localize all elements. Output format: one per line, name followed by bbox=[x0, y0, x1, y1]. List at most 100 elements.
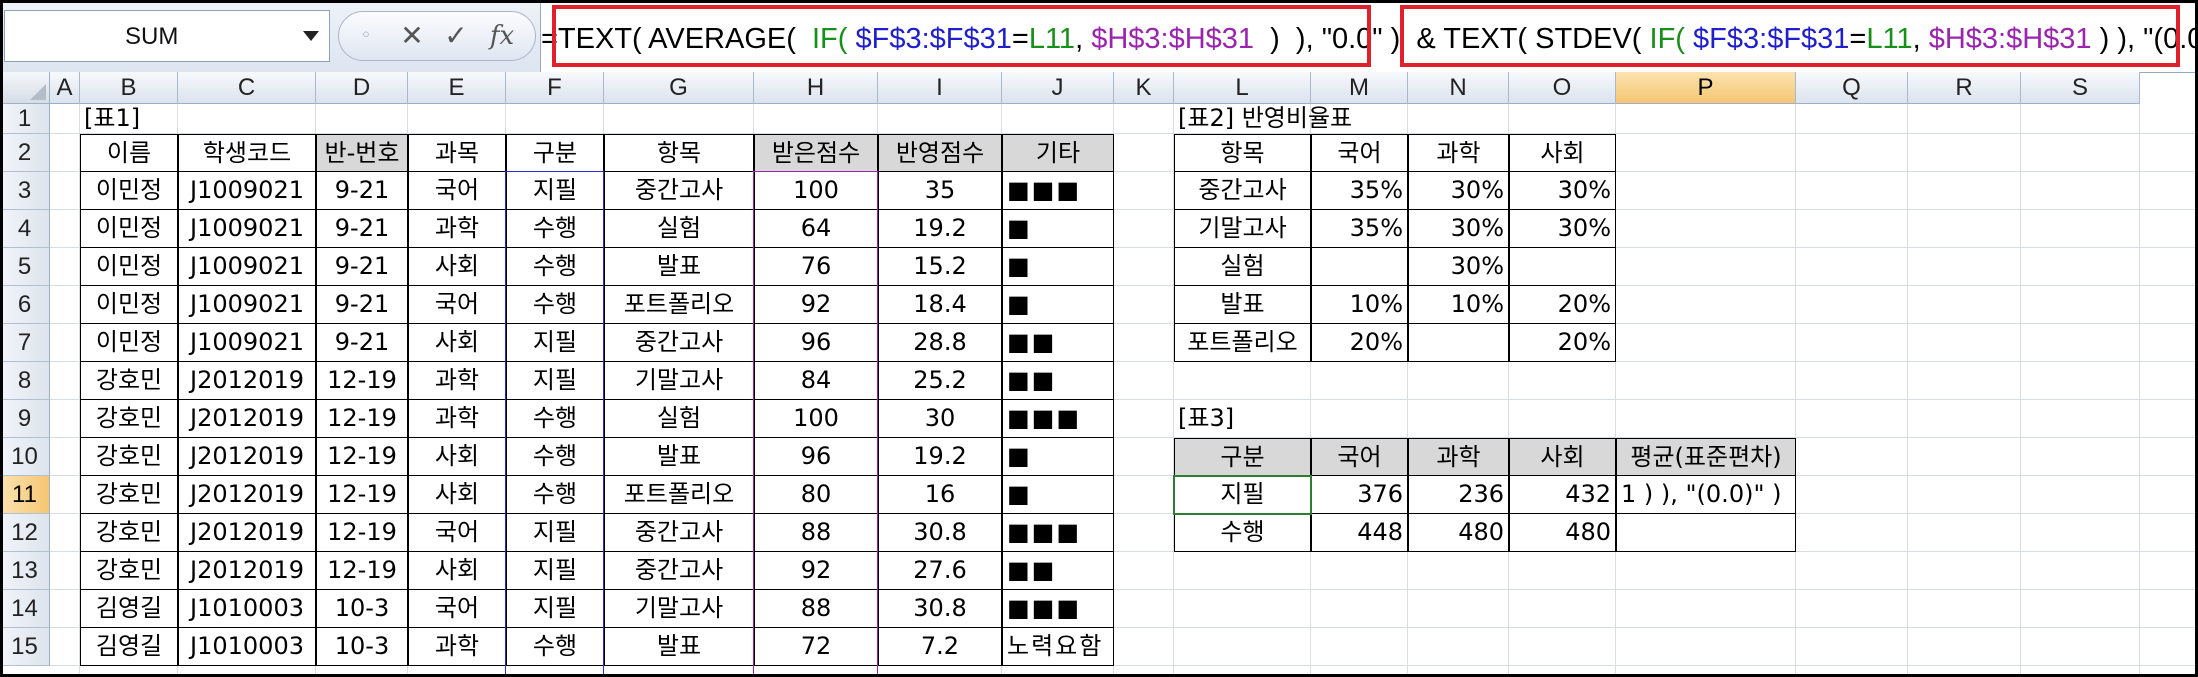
table1-cell[interactable]: 9-21 bbox=[316, 210, 408, 248]
table1-cell[interactable]: 중간고사 bbox=[604, 552, 754, 590]
table1-cell[interactable]: 국어 bbox=[408, 172, 506, 210]
insert-function-icon[interactable]: fx bbox=[485, 19, 519, 53]
row-header-2[interactable]: 2 bbox=[0, 134, 50, 172]
row-header-12[interactable]: 12 bbox=[0, 514, 50, 552]
table1-cell[interactable]: 국어 bbox=[408, 514, 506, 552]
table1-row-name-cell[interactable]: 이민정 bbox=[80, 210, 178, 248]
table2-cell[interactable]: 20% bbox=[1509, 324, 1616, 362]
table1-cell[interactable]: 35 bbox=[878, 172, 1002, 210]
table1-cell[interactable]: 발표 bbox=[604, 628, 754, 666]
table1-cell[interactable]: 과학 bbox=[408, 362, 506, 400]
table1-cell[interactable]: 과학 bbox=[408, 210, 506, 248]
table1-cell[interactable]: J2012019 bbox=[178, 400, 316, 438]
table1-cell[interactable]: ■■ bbox=[1002, 362, 1114, 400]
table1-cell[interactable]: ■ bbox=[1002, 438, 1114, 476]
table1-row-name-cell[interactable]: 강호민 bbox=[80, 438, 178, 476]
table1-cell[interactable]: J2012019 bbox=[178, 552, 316, 590]
column-header-d[interactable]: D bbox=[316, 72, 408, 104]
table1-row-name-cell[interactable]: 이민정 bbox=[80, 172, 178, 210]
table1-cell[interactable]: 사회 bbox=[408, 552, 506, 590]
table3-cell[interactable]: 432 bbox=[1509, 476, 1616, 514]
table1-cell[interactable]: 기말고사 bbox=[604, 362, 754, 400]
chevron-down-icon[interactable] bbox=[303, 31, 319, 41]
column-header-o[interactable]: O bbox=[1509, 72, 1616, 104]
column-header-q[interactable]: Q bbox=[1796, 72, 1908, 104]
table1-row-name-cell[interactable]: 강호민 bbox=[80, 400, 178, 438]
table1-cell[interactable]: 중간고사 bbox=[604, 514, 754, 552]
select-all-button[interactable] bbox=[0, 72, 50, 104]
column-header-g[interactable]: G bbox=[604, 72, 754, 104]
table1-cell[interactable]: 12-19 bbox=[316, 552, 408, 590]
table1-row-name-cell[interactable]: 이민정 bbox=[80, 286, 178, 324]
table1-cell[interactable]: ■ bbox=[1002, 210, 1114, 248]
table2-cell[interactable]: 30% bbox=[1509, 210, 1616, 248]
table2-cell[interactable]: 30% bbox=[1408, 248, 1509, 286]
table1-cell[interactable]: 12-19 bbox=[316, 476, 408, 514]
table1-cell[interactable]: 실험 bbox=[604, 210, 754, 248]
grip-icon[interactable]: ◦ bbox=[349, 19, 383, 53]
table1-cell[interactable]: ■ bbox=[1002, 248, 1114, 286]
table2-cell[interactable]: 30% bbox=[1509, 172, 1616, 210]
active-cell-l11[interactable] bbox=[1173, 475, 1312, 515]
table1-cell[interactable]: 과학 bbox=[408, 628, 506, 666]
column-header-f[interactable]: F bbox=[506, 72, 604, 104]
table1-cell[interactable]: 25.2 bbox=[878, 362, 1002, 400]
column-header-s[interactable]: S bbox=[2021, 72, 2140, 104]
column-header-l[interactable]: L bbox=[1174, 72, 1311, 104]
table3-cell[interactable]: 480 bbox=[1408, 514, 1509, 552]
table1-cell[interactable]: 사회 bbox=[408, 438, 506, 476]
table2-cell[interactable]: 10% bbox=[1408, 286, 1509, 324]
table1-cell[interactable]: 18.4 bbox=[878, 286, 1002, 324]
table1-row-name-cell[interactable]: 김영길 bbox=[80, 590, 178, 628]
table1-cell[interactable]: 12-19 bbox=[316, 362, 408, 400]
table1-row-name-cell[interactable]: 이민정 bbox=[80, 248, 178, 286]
table1-cell[interactable]: 15.2 bbox=[878, 248, 1002, 286]
row-header-10[interactable]: 10 bbox=[0, 438, 50, 476]
table1-cell[interactable]: 사회 bbox=[408, 248, 506, 286]
table1-cell[interactable]: ■■■ bbox=[1002, 514, 1114, 552]
table1-row-name-cell[interactable]: 강호민 bbox=[80, 552, 178, 590]
table1-cell[interactable]: 실험 bbox=[604, 400, 754, 438]
column-header-a[interactable]: A bbox=[50, 72, 80, 104]
row-header-4[interactable]: 4 bbox=[0, 210, 50, 248]
column-header-j[interactable]: J bbox=[1002, 72, 1114, 104]
column-header-b[interactable]: B bbox=[80, 72, 178, 104]
table2-cell[interactable]: 10% bbox=[1311, 286, 1408, 324]
table1-cell[interactable]: 30.8 bbox=[878, 514, 1002, 552]
table2-cell[interactable] bbox=[1311, 248, 1408, 286]
table1-cell[interactable]: J2012019 bbox=[178, 438, 316, 476]
table1-cell[interactable]: 발표 bbox=[604, 248, 754, 286]
table1-cell[interactable]: 30.8 bbox=[878, 590, 1002, 628]
row-header-7[interactable]: 7 bbox=[0, 324, 50, 362]
table1-cell[interactable]: 10-3 bbox=[316, 590, 408, 628]
table1-cell[interactable]: 사회 bbox=[408, 324, 506, 362]
table1-cell[interactable]: 발표 bbox=[604, 438, 754, 476]
table1-cell[interactable]: 12-19 bbox=[316, 438, 408, 476]
table1-cell[interactable]: 30 bbox=[878, 400, 1002, 438]
table2-cell[interactable]: 30% bbox=[1408, 210, 1509, 248]
table1-row-name-cell[interactable]: 강호민 bbox=[80, 514, 178, 552]
table1-cell[interactable]: 과학 bbox=[408, 400, 506, 438]
table1-cell[interactable]: 중간고사 bbox=[604, 172, 754, 210]
table1-cell[interactable]: 국어 bbox=[408, 286, 506, 324]
table2-cell[interactable] bbox=[1509, 248, 1616, 286]
table1-cell[interactable]: 12-19 bbox=[316, 514, 408, 552]
table1-cell[interactable]: J1010003 bbox=[178, 590, 316, 628]
table1-cell[interactable]: J1009021 bbox=[178, 172, 316, 210]
column-header-n[interactable]: N bbox=[1408, 72, 1509, 104]
row-header-14[interactable]: 14 bbox=[0, 590, 50, 628]
table1-cell[interactable]: ■■ bbox=[1002, 552, 1114, 590]
table1-cell[interactable]: J2012019 bbox=[178, 476, 316, 514]
column-header-p[interactable]: P bbox=[1616, 72, 1796, 104]
table1-cell[interactable]: 포트폴리오 bbox=[604, 476, 754, 514]
table1-cell[interactable]: 28.8 bbox=[878, 324, 1002, 362]
row-header-5[interactable]: 5 bbox=[0, 248, 50, 286]
table3-average-cell[interactable]: 1 ) ), "(0.0)" ) bbox=[1616, 476, 1796, 514]
table1-cell[interactable]: 중간고사 bbox=[604, 324, 754, 362]
row-header-15[interactable]: 15 bbox=[0, 628, 50, 666]
row-header-3[interactable]: 3 bbox=[0, 172, 50, 210]
column-header-k[interactable]: K bbox=[1114, 72, 1174, 104]
enter-icon[interactable]: ✓ bbox=[439, 19, 473, 53]
table1-cell[interactable]: J1009021 bbox=[178, 248, 316, 286]
table1-cell[interactable]: 사회 bbox=[408, 476, 506, 514]
